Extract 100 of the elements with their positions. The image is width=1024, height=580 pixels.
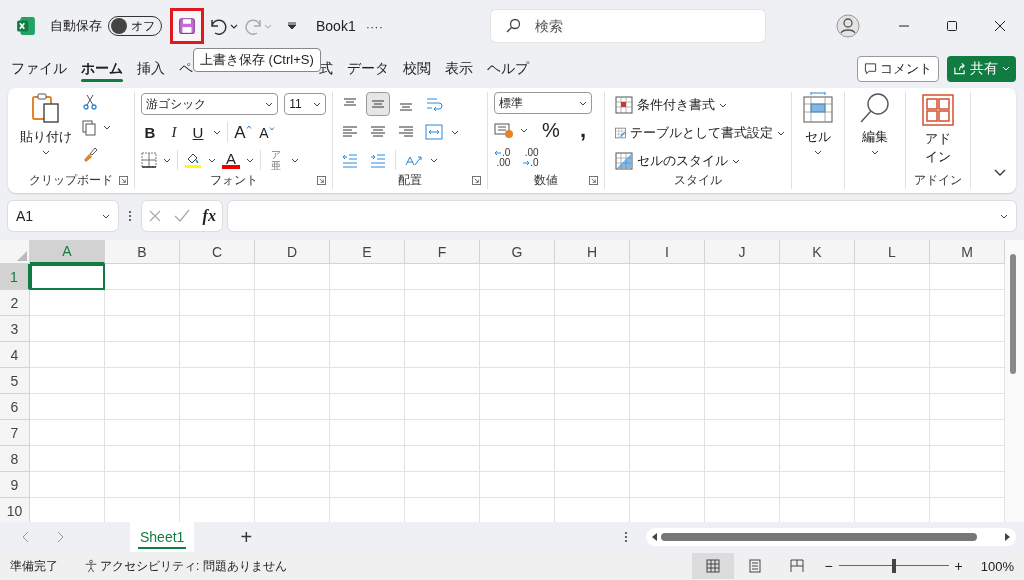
more-options-icon[interactable] (624, 531, 628, 543)
bold-button[interactable]: B (141, 121, 159, 143)
row-header[interactable]: 3 (0, 316, 30, 342)
chevron-down-icon[interactable] (451, 129, 459, 135)
chevron-down-icon[interactable] (520, 127, 528, 133)
chevron-down-icon[interactable] (163, 157, 171, 163)
insert-function-button[interactable]: fx (202, 207, 216, 225)
dialog-launcher-icon[interactable] (119, 175, 128, 185)
font-color-button[interactable]: A (222, 151, 240, 169)
column-header[interactable]: E (330, 240, 405, 264)
active-cell[interactable] (30, 264, 105, 290)
column-header[interactable]: G (480, 240, 555, 264)
column-header[interactable]: I (630, 240, 705, 264)
row-header[interactable]: 2 (0, 290, 30, 316)
styles-menu-button[interactable]: セルのスタイル (615, 150, 785, 172)
number-format-dropdown[interactable]: 標準 (494, 92, 592, 114)
undo-icon[interactable] (208, 16, 238, 36)
name-box[interactable]: A1 (8, 201, 118, 231)
italic-button[interactable]: I (165, 121, 183, 143)
middle-align-icon[interactable] (367, 93, 389, 115)
column-header[interactable]: B (105, 240, 180, 264)
dialog-launcher-icon[interactable] (472, 176, 481, 185)
column-header[interactable]: C (180, 240, 255, 264)
horizontal-scrollbar[interactable] (646, 528, 1016, 546)
fill-color-icon[interactable] (184, 151, 202, 169)
cut-icon[interactable] (82, 94, 98, 110)
styles-menu-button[interactable]: テーブルとして書式設定 (615, 122, 785, 144)
add-ins-button[interactable]: アドイン (912, 92, 964, 171)
formula-input[interactable] (228, 201, 1016, 231)
row-header[interactable]: 8 (0, 446, 30, 472)
column-header[interactable]: F (405, 240, 480, 264)
font-size-dropdown[interactable]: 11 (284, 93, 326, 115)
ribbon-tab[interactable]: 校閲 (396, 54, 438, 83)
comment-button[interactable]: コメント (857, 55, 939, 82)
phonetic-button[interactable]: ア 亜 (267, 148, 285, 172)
borders-icon[interactable] (141, 152, 157, 168)
close-icon[interactable] (994, 20, 1006, 32)
paste-button[interactable]: 貼り付け (20, 92, 72, 155)
column-header[interactable]: H (555, 240, 630, 264)
ribbon-tab[interactable]: データ (340, 54, 396, 83)
column-header[interactable]: M (930, 240, 1005, 264)
share-button[interactable]: 共有 (947, 55, 1016, 82)
save-button[interactable] (170, 8, 204, 44)
row-header[interactable]: 5 (0, 368, 30, 394)
document-menu[interactable]: ···· (365, 18, 384, 34)
search-field[interactable]: 検索 (491, 10, 766, 42)
merge-align-icon[interactable] (423, 121, 445, 143)
ribbon-tab[interactable]: ファイル (4, 54, 74, 83)
sheet-tab[interactable]: Sheet1 (130, 522, 195, 552)
zoom-in-button[interactable]: + (954, 558, 963, 574)
row-header[interactable]: 10 (0, 498, 30, 522)
chevron-down-icon (1002, 66, 1010, 71)
row-header[interactable]: 4 (0, 342, 30, 368)
row-header[interactable]: 7 (0, 420, 30, 446)
row-header[interactable]: 6 (0, 394, 30, 420)
styles-menu-button[interactable]: 条件付き書式 (615, 94, 785, 116)
chevron-down-icon[interactable] (246, 157, 254, 163)
column-header[interactable]: K (780, 240, 855, 264)
percent-button[interactable]: % (542, 119, 560, 141)
ribbon-tab[interactable]: 表示 (438, 54, 480, 83)
cells-button[interactable]: セル (802, 92, 834, 155)
customize-toolbar-icon[interactable] (286, 20, 298, 32)
ribbon-tab[interactable]: ヘルプ (480, 54, 536, 83)
editing-button[interactable]: 編集 (859, 92, 891, 155)
zoom-out-button[interactable]: − (824, 558, 833, 574)
format-painter-icon[interactable] (82, 146, 98, 162)
ribbon-tab[interactable]: ホーム (74, 54, 130, 83)
currency-format-icon[interactable] (494, 121, 514, 139)
dialog-launcher-icon[interactable] (317, 176, 326, 185)
column-header[interactable]: L (855, 240, 930, 264)
add-sheet-button[interactable]: + (240, 525, 253, 549)
ribbon-tab[interactable]: 挿入 (130, 54, 172, 83)
maximize-icon[interactable] (946, 20, 958, 32)
grow-font-button[interactable]: A (234, 121, 252, 143)
zoom-level[interactable]: 100% (980, 558, 1014, 574)
column-header[interactable]: A (30, 240, 105, 264)
row-header[interactable]: 9 (0, 472, 30, 498)
chevron-down-icon[interactable] (208, 157, 216, 163)
column-header[interactable]: D (255, 240, 330, 264)
vertical-scrollbar[interactable] (1005, 240, 1024, 522)
account-avatar-icon[interactable] (836, 14, 860, 38)
dialog-launcher-icon[interactable] (589, 175, 598, 185)
decrease-decimal-button[interactable]: .00 .0 (522, 148, 539, 168)
copy-icon[interactable] (82, 120, 112, 136)
comma-button[interactable]: , (574, 119, 592, 141)
shrink-font-button[interactable]: A (258, 121, 276, 143)
accessibility-status[interactable]: アクセシビリティ: 問題ありません (100, 557, 287, 575)
collapse-ribbon-icon[interactable] (994, 169, 1006, 177)
column-header[interactable]: J (705, 240, 780, 264)
increase-decimal-button[interactable]: .0 .00 (494, 148, 511, 168)
chevron-down-icon[interactable] (430, 157, 438, 163)
chevron-down-icon[interactable] (291, 157, 299, 163)
accessibility-icon[interactable] (84, 559, 98, 573)
arrow-left-icon (494, 150, 502, 156)
more-options-icon[interactable] (128, 210, 132, 222)
font-name-dropdown[interactable]: 游ゴシック (141, 93, 279, 115)
underline-button[interactable]: U (189, 121, 207, 143)
normal-view-button[interactable] (692, 553, 735, 579)
chevron-down-icon (814, 150, 822, 155)
chevron-down-icon[interactable] (213, 129, 221, 135)
